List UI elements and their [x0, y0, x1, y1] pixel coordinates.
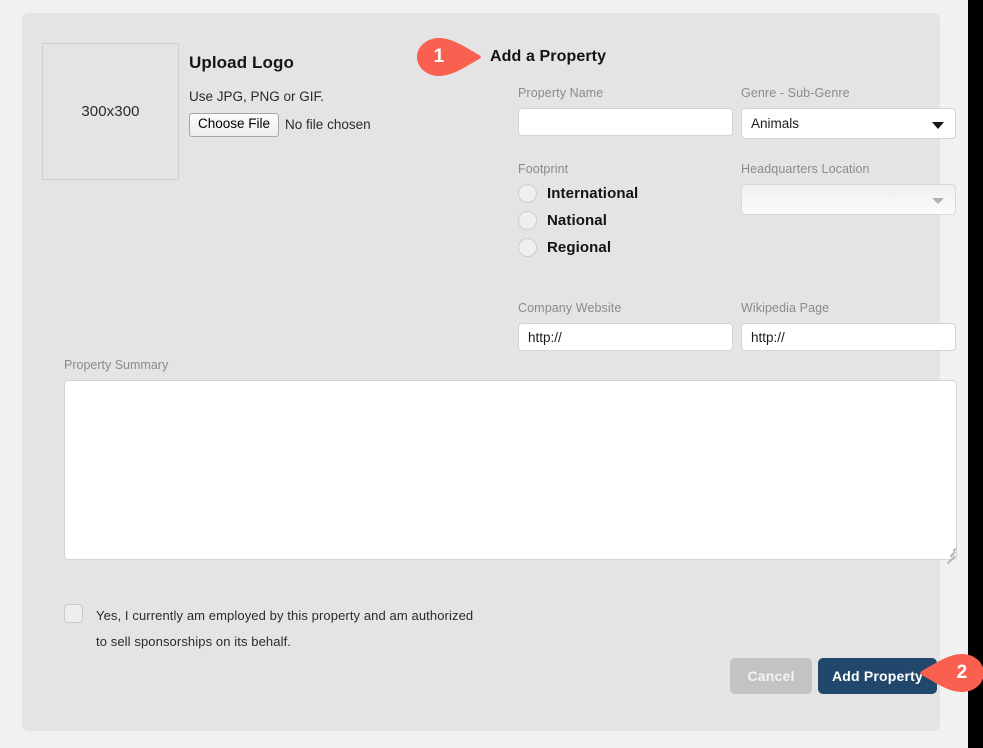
property-name-input[interactable] [518, 108, 733, 136]
property-name-label: Property Name [518, 86, 733, 100]
logo-placeholder-box: 300x300 [42, 43, 179, 180]
radio-label-national: National [547, 212, 607, 229]
callout-marker-2: 2 [919, 654, 983, 692]
field-footprint: Footprint International National Regiona… [518, 162, 733, 265]
consent-text: Yes, I currently am employed by this pro… [96, 603, 484, 655]
headquarters-location-select[interactable] [741, 184, 956, 215]
field-property-name: Property Name [518, 86, 733, 136]
screen-root: 300x300 Upload Logo Use JPG, PNG or GIF.… [0, 0, 983, 748]
property-summary-textarea[interactable] [64, 380, 957, 560]
company-website-label: Company Website [518, 301, 733, 315]
upload-logo-hint: Use JPG, PNG or GIF. [189, 89, 439, 104]
form-heading: Add a Property [490, 48, 606, 66]
headquarters-select-wrap [741, 184, 956, 215]
no-file-chosen-label: No file chosen [285, 117, 371, 132]
genre-label: Genre - Sub-Genre [741, 86, 956, 100]
headquarters-location-label: Headquarters Location [741, 162, 956, 176]
add-property-panel: 300x300 Upload Logo Use JPG, PNG or GIF.… [22, 13, 940, 731]
page-edge-strip [968, 0, 983, 748]
cancel-button[interactable]: Cancel [730, 658, 812, 694]
radio-icon[interactable] [518, 238, 537, 257]
radio-label-regional: Regional [547, 239, 611, 256]
field-genre: Genre - Sub-Genre Animals [741, 86, 956, 139]
company-website-input[interactable] [518, 323, 733, 351]
field-company-website: Company Website [518, 301, 733, 351]
field-headquarters-location: Headquarters Location [741, 162, 956, 215]
wikipedia-page-label: Wikipedia Page [741, 301, 956, 315]
upload-logo-title: Upload Logo [189, 53, 439, 73]
logo-placeholder-size: 300x300 [81, 103, 139, 120]
radio-national[interactable]: National [518, 211, 733, 230]
property-summary-label: Property Summary [64, 358, 168, 372]
radio-icon[interactable] [518, 184, 537, 203]
wikipedia-page-input[interactable] [741, 323, 956, 351]
callout-marker-1: 1 [417, 38, 482, 76]
choose-file-button[interactable]: Choose File [189, 113, 279, 137]
radio-international[interactable]: International [518, 184, 733, 203]
file-input-row: Choose File No file chosen [189, 113, 439, 137]
callout-marker-1-number: 1 [417, 38, 461, 76]
genre-select-wrap: Animals [741, 108, 956, 139]
radio-icon[interactable] [518, 211, 537, 230]
consent-row[interactable]: Yes, I currently am employed by this pro… [64, 603, 484, 655]
footprint-label: Footprint [518, 162, 733, 176]
radio-label-international: International [547, 185, 638, 202]
radio-regional[interactable]: Regional [518, 238, 733, 257]
upload-logo-block: Upload Logo Use JPG, PNG or GIF. Choose … [189, 53, 439, 137]
genre-select[interactable]: Animals [741, 108, 956, 139]
consent-checkbox[interactable] [64, 604, 83, 623]
callout-marker-2-number: 2 [940, 654, 983, 692]
field-wikipedia-page: Wikipedia Page [741, 301, 956, 351]
